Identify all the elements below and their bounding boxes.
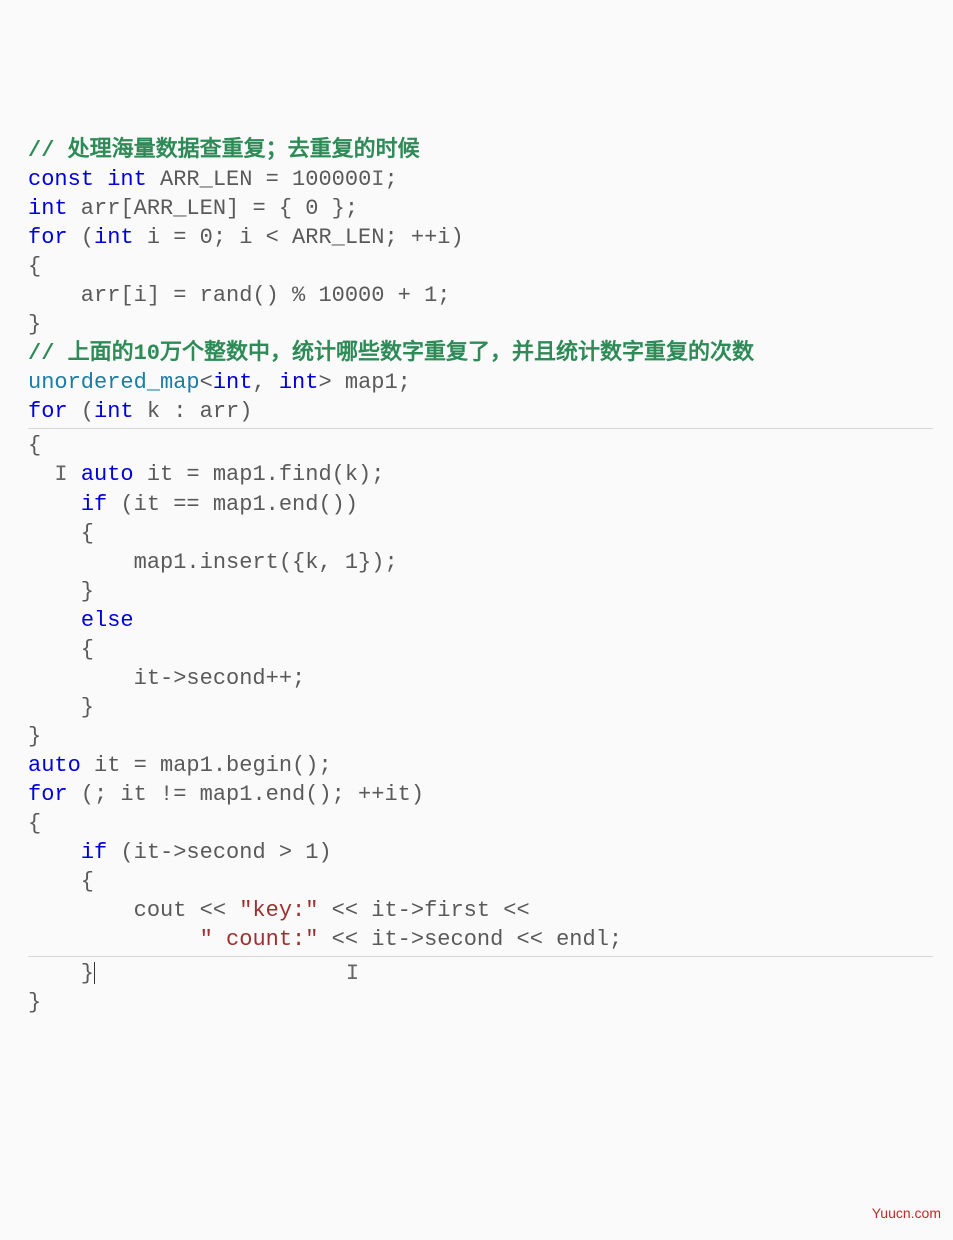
text: it->second++; [28, 666, 305, 691]
text-caret: I [54, 462, 67, 487]
brace: } [28, 579, 94, 604]
brace: } [28, 724, 41, 749]
string-literal: " count:" [200, 927, 319, 952]
kw-for: for [28, 399, 68, 424]
brace: { [28, 637, 94, 662]
text-caret: I [371, 167, 384, 192]
text [28, 840, 81, 865]
brace: { [28, 811, 41, 836]
brace: } [28, 990, 41, 1015]
kw-const: const [28, 167, 94, 192]
text: ; [384, 167, 397, 192]
kw-int: int [28, 196, 68, 221]
kw-if: if [81, 840, 107, 865]
text: k : arr) [134, 399, 253, 424]
brace: { [28, 521, 94, 546]
text [28, 492, 81, 517]
kw-if: if [81, 492, 107, 517]
brace: { [28, 869, 94, 894]
text: ( [68, 225, 94, 250]
brace: } [28, 312, 41, 337]
text: map1.insert({k, 1}); [28, 550, 398, 575]
text-caret: I [346, 961, 359, 986]
kw-int: int [279, 370, 319, 395]
divider [28, 956, 933, 957]
text: arr[i] = rand() % 10000 + 1; [28, 283, 450, 308]
text: > map1; [318, 370, 410, 395]
text: it = map1.find(k); [134, 462, 385, 487]
text [28, 462, 54, 487]
text: (it == map1.end()) [107, 492, 358, 517]
watermark: Yuucn.com [872, 1204, 941, 1222]
text-cursor [94, 962, 95, 984]
kw-auto: auto [28, 753, 81, 778]
kw-int: int [94, 225, 134, 250]
comment-line: // 处理海量数据查重复；去重复的时候 [28, 138, 420, 163]
kw-int: int [213, 370, 253, 395]
kw-for: for [28, 225, 68, 250]
text: i = 0; i < ARR_LEN; ++i) [134, 225, 464, 250]
type-unordered-map: unordered_map [28, 370, 200, 395]
brace: } [28, 961, 94, 986]
text: (it->second > 1) [107, 840, 331, 865]
brace: { [28, 254, 41, 279]
divider [28, 428, 933, 429]
text: ARR_LEN = 100000 [147, 167, 371, 192]
kw-int: int [107, 167, 147, 192]
text [28, 927, 200, 952]
kw-auto: auto [81, 462, 134, 487]
text: it = map1.begin(); [81, 753, 332, 778]
kw-else: else [81, 608, 134, 633]
text: < [200, 370, 213, 395]
text: cout << [28, 898, 239, 923]
brace: { [28, 433, 41, 458]
text: << it->first << [318, 898, 529, 923]
text: arr[ARR_LEN] = { 0 }; [68, 196, 358, 221]
code-block: // 处理海量数据查重复；去重复的时候 const int ARR_LEN = … [28, 136, 933, 1017]
string-literal: "key:" [239, 898, 318, 923]
text: , [252, 370, 278, 395]
kw-for: for [28, 782, 68, 807]
text [28, 608, 81, 633]
text: ( [68, 399, 94, 424]
brace: } [28, 695, 94, 720]
kw-int: int [94, 399, 134, 424]
text: << it->second << endl; [318, 927, 622, 952]
comment-line: // 上面的10万个整数中，统计哪些数字重复了，并且统计数字重复的次数 [28, 341, 754, 366]
text: (; it != map1.end(); ++it) [68, 782, 424, 807]
